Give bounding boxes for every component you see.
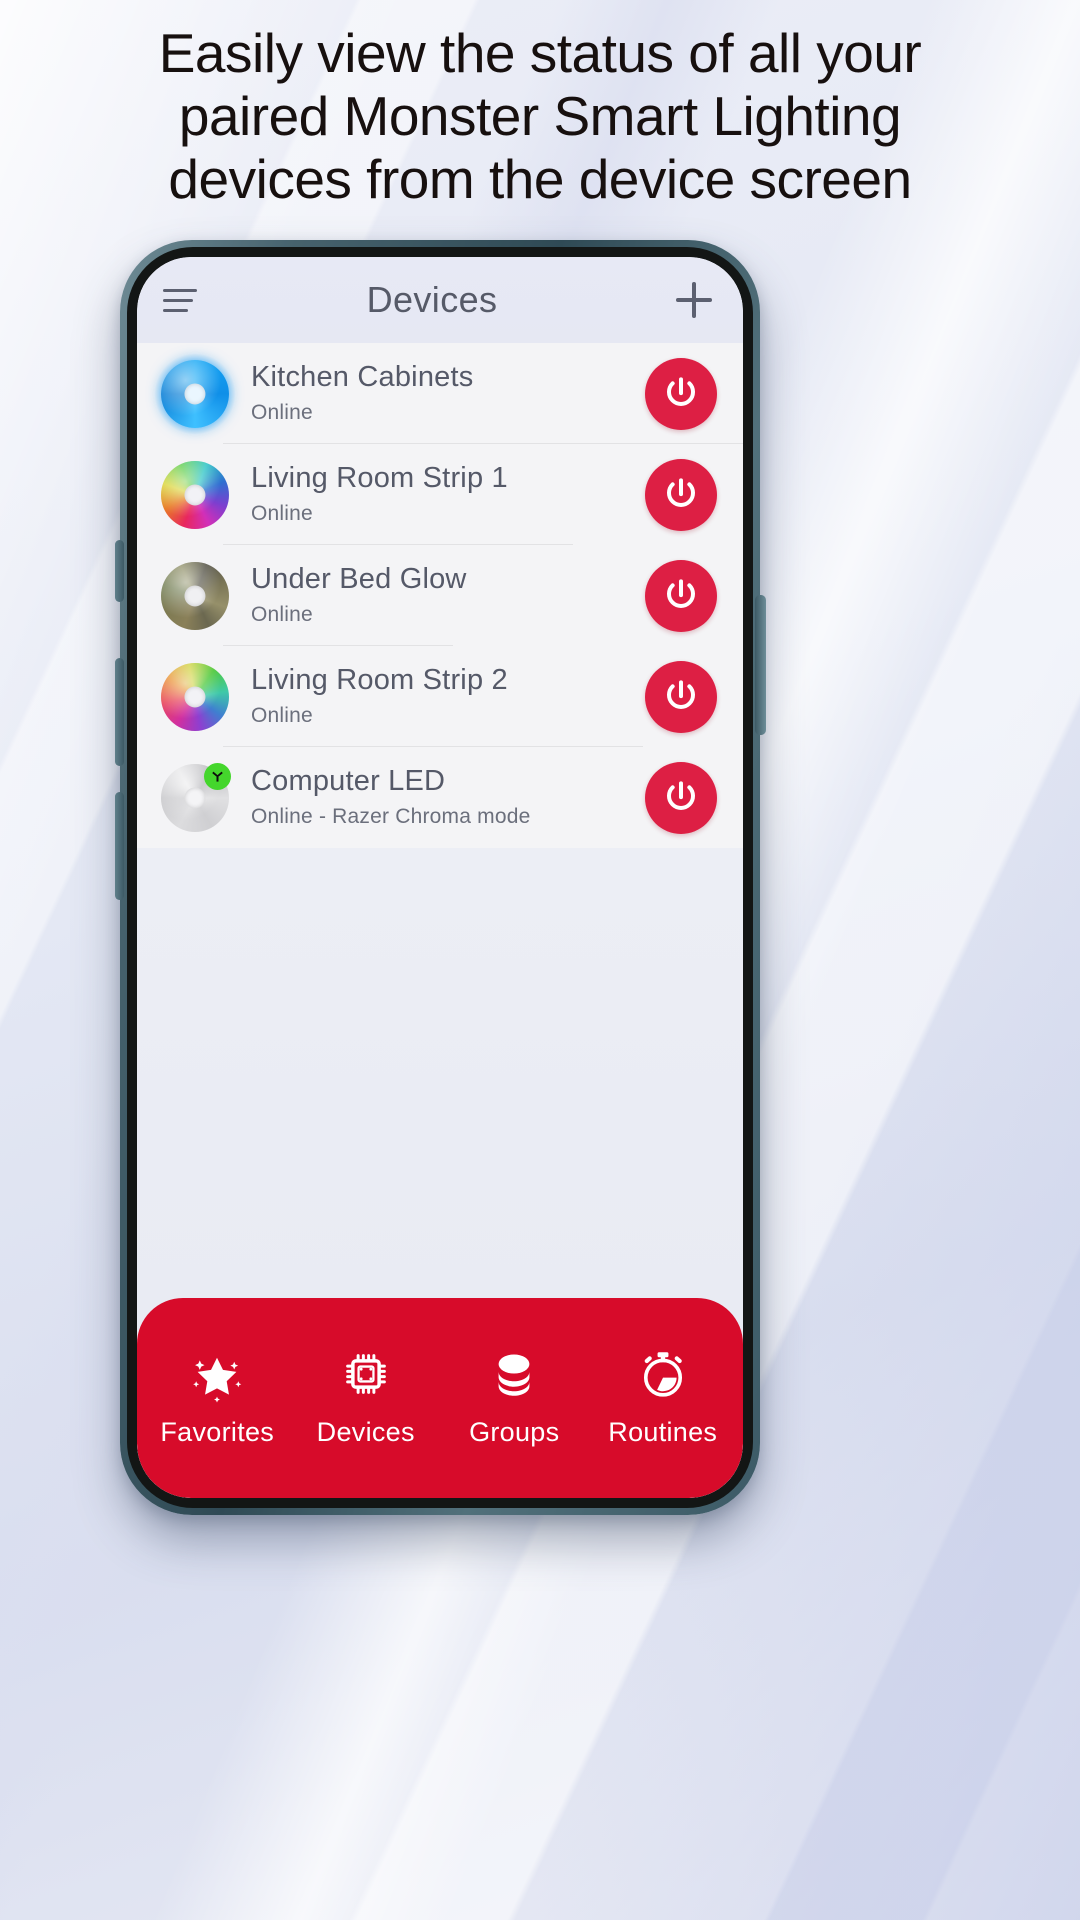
device-info: Living Room Strip 1 Online: [229, 461, 645, 528]
power-icon: [667, 578, 695, 608]
device-name: Kitchen Cabinets: [251, 361, 474, 393]
power-toggle-button[interactable]: [645, 559, 717, 632]
device-info: Under Bed Glow Online: [229, 562, 645, 629]
plus-icon[interactable]: [671, 277, 717, 323]
phone-button-silent[interactable]: [115, 540, 124, 602]
table-row[interactable]: Computer LED Online - Razer Chroma mode: [137, 747, 743, 848]
nav-label: Devices: [316, 1416, 415, 1447]
headline-line-2: paired Monster Smart Lighting: [178, 85, 902, 147]
razer-chroma-badge: [204, 762, 231, 790]
nav-item-devices[interactable]: Devices: [292, 1341, 441, 1448]
light-ring-rainbow-icon: [161, 460, 229, 529]
star-sparkle-icon: [188, 1341, 246, 1407]
power-toggle-button[interactable]: [645, 761, 717, 834]
table-row[interactable]: Kitchen Cabinets Online: [137, 343, 743, 444]
table-row[interactable]: Living Room Strip 2 Online: [137, 646, 743, 747]
stopwatch-icon: [634, 1341, 692, 1407]
marketing-headline: Easily view the status of all your paire…: [0, 22, 1080, 211]
light-ring-white-icon: [161, 762, 231, 832]
device-status: Online: [251, 502, 313, 525]
phone-button-power[interactable]: [755, 595, 766, 735]
chip-icon: [338, 1341, 394, 1407]
phone-mockup: Devices Kitchen Cabinets Online Living R…: [115, 240, 766, 1515]
headline-line-3: devices from the device screen: [168, 148, 912, 210]
power-toggle-button[interactable]: [645, 660, 717, 733]
power-toggle-button[interactable]: [645, 458, 717, 531]
bottom-nav-wrapper: Favorites Devices Groups Routines: [137, 1268, 743, 1498]
nav-item-routines[interactable]: Routines: [589, 1341, 738, 1448]
device-info: Living Room Strip 2 Online: [229, 663, 645, 730]
power-icon: [667, 477, 695, 507]
page-title: Devices: [366, 279, 498, 320]
nav-item-groups[interactable]: Groups: [440, 1341, 589, 1448]
device-name: Under Bed Glow: [251, 563, 467, 595]
power-icon: [667, 376, 695, 406]
razer-logo-icon: [212, 771, 223, 782]
nav-item-favorites[interactable]: Favorites: [143, 1341, 292, 1448]
light-ring-blue-icon: [155, 353, 235, 434]
nav-label: Favorites: [160, 1416, 275, 1447]
nav-label: Routines: [608, 1416, 718, 1447]
phone-bezel: Devices Kitchen Cabinets Online Living R…: [137, 257, 743, 1498]
device-list: Kitchen Cabinets Online Living Room Stri…: [137, 343, 743, 848]
headline-line-1: Easily view the status of all your: [158, 22, 922, 84]
device-status: Online: [251, 603, 313, 626]
device-name: Computer LED: [251, 765, 446, 797]
device-name: Living Room Strip 1: [251, 462, 508, 494]
device-status: Online: [251, 401, 313, 424]
device-info: Computer LED Online - Razer Chroma mode: [229, 764, 645, 831]
device-info: Kitchen Cabinets Online: [229, 360, 645, 427]
phone-screen: Devices Kitchen Cabinets Online Living R…: [137, 257, 743, 1498]
table-row[interactable]: Under Bed Glow Online: [137, 545, 743, 646]
nav-label: Groups: [469, 1416, 560, 1447]
power-icon: [667, 780, 695, 810]
app-header: Devices: [137, 257, 743, 343]
light-ring-rainbow-icon: [161, 662, 229, 731]
table-row[interactable]: Living Room Strip 1 Online: [137, 444, 743, 545]
light-ring-dim-icon: [161, 561, 229, 630]
device-status: Online: [251, 704, 313, 727]
device-status: Online - Razer Chroma mode: [251, 805, 531, 828]
stack-layers-icon: [485, 1341, 543, 1407]
power-icon: [667, 679, 695, 709]
phone-button-volume-up[interactable]: [115, 658, 124, 766]
device-name: Living Room Strip 2: [251, 664, 508, 696]
power-toggle-button[interactable]: [645, 357, 717, 430]
phone-button-volume-down[interactable]: [115, 792, 124, 900]
bottom-navigation-bar: Favorites Devices Groups Routines: [137, 1298, 743, 1498]
